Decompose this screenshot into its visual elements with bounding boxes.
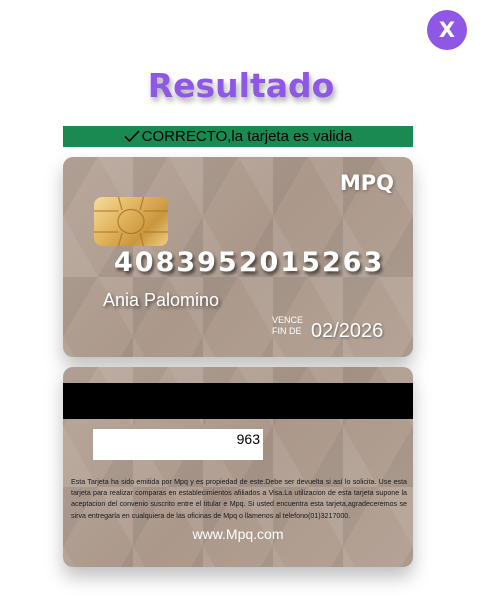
checkmark-icon [124,130,139,142]
cardholder-name: Ania Palomino [103,290,220,310]
card-terms-text: Esta Tarjeta ha sido emitida por Mpq y e… [71,478,407,520]
close-button[interactable]: X [427,10,467,50]
page-title: Resultado [147,66,335,105]
result-modal: X Resultado CORRECTO,la tarjeta es valid… [0,0,482,612]
card-front: MPQ 4083952015263 Ania Palomino VENCE FI… [63,157,413,357]
chip-icon [94,197,168,246]
expiry-label-line2: FIN DE [272,326,302,336]
signature-strip: 963 [93,429,263,460]
status-text: CORRECTO,la tarjeta es valida [141,128,353,145]
card-back: 963 Esta Tarjeta ha sido emitida por Mpq… [63,367,413,567]
magnetic-stripe [63,383,413,419]
card-number: 4083952015263 [114,247,385,278]
cvv-code: 963 [236,431,260,447]
website-link[interactable]: www.Mpq.com [63,526,413,542]
expiry-label-line1: VENCE [272,315,304,325]
expiry-date: 02/2026 [311,320,384,342]
card-brand: MPQ [339,171,394,195]
validation-status-banner: CORRECTO,la tarjeta es valida [63,126,413,147]
expiry-label: VENCE FIN DE [272,315,303,337]
